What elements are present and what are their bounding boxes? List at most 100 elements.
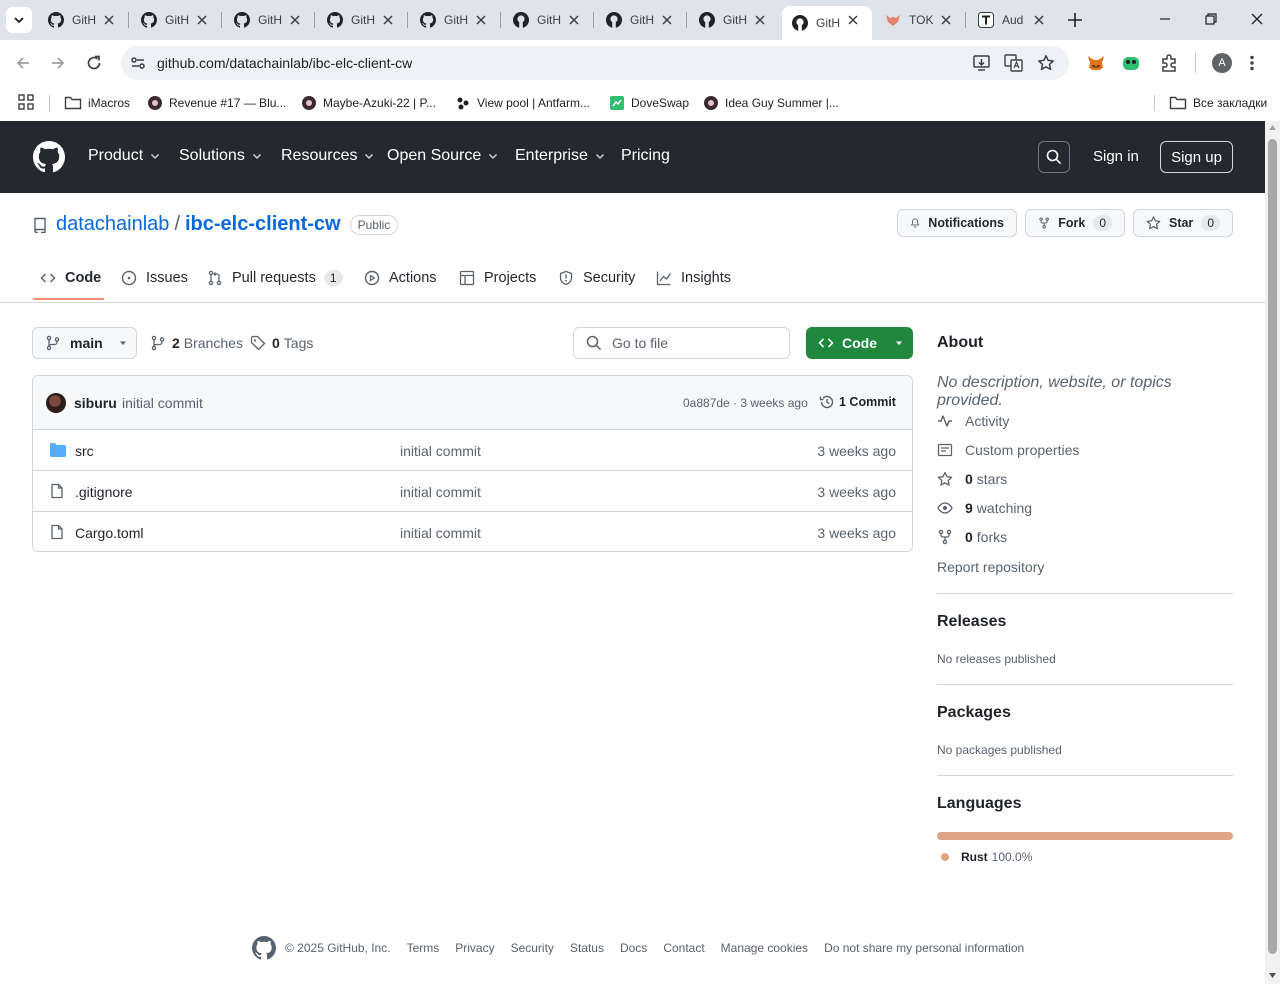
github-logo-icon[interactable]: [33, 141, 65, 173]
footer-link-do-not-share[interactable]: Do not share my personal information: [824, 941, 1024, 955]
releases-heading[interactable]: Releases: [937, 613, 1006, 631]
tags-link[interactable]: 0 Tags: [250, 335, 313, 351]
stars-link[interactable]: 0 stars: [937, 471, 1007, 487]
star-button[interactable]: Star 0: [1133, 209, 1233, 237]
apps-grid-icon[interactable]: [18, 94, 34, 110]
site-info-icon[interactable]: [129, 54, 147, 72]
repo-name-link[interactable]: ibc-elc-client-cw: [185, 213, 341, 236]
browser-tab[interactable]: GitH: [503, 6, 593, 34]
reload-icon[interactable]: [85, 54, 103, 72]
all-bookmarks[interactable]: Все закладки: [1169, 92, 1267, 114]
footer-link-manage-cookies[interactable]: Manage cookies: [721, 941, 808, 955]
browser-tab[interactable]: Aud: [968, 6, 1058, 34]
bookmark-item[interactable]: Maybe-Azuki-22 | P...: [301, 92, 436, 114]
github-logo-icon[interactable]: [252, 936, 276, 960]
file-row[interactable]: .gitignore initial commit 3 weeks ago: [33, 471, 912, 512]
translate-icon[interactable]: [1004, 54, 1024, 72]
footer-link-terms[interactable]: Terms: [407, 941, 440, 955]
sign-in-link[interactable]: Sign in: [1093, 148, 1139, 165]
report-repository-link[interactable]: Report repository: [937, 559, 1044, 575]
bookmark-item[interactable]: Idea Guy Summer |...: [703, 92, 839, 114]
footer-link-docs[interactable]: Docs: [620, 941, 647, 955]
browser-tab[interactable]: GitH: [131, 6, 221, 34]
scroll-up-arrow-icon[interactable]: [1268, 124, 1277, 132]
tab-projects[interactable]: Projects: [459, 270, 536, 286]
file-commit-message-link[interactable]: initial commit: [400, 443, 481, 459]
forward-icon[interactable]: [49, 54, 67, 72]
commit-author-link[interactable]: siburu: [74, 395, 117, 411]
bookmark-item[interactable]: Revenue #17 — Blu...: [147, 92, 286, 114]
bookmark-item[interactable]: iMacros: [64, 92, 130, 114]
file-row[interactable]: src initial commit 3 weeks ago: [33, 430, 912, 471]
watching-link[interactable]: 9 watching: [937, 500, 1032, 516]
tab-insights[interactable]: Insights: [656, 270, 731, 286]
close-icon[interactable]: [195, 13, 209, 27]
file-row[interactable]: Cargo.toml initial commit 3 weeks ago: [33, 512, 912, 551]
minimize-icon[interactable]: [1158, 12, 1172, 26]
file-name-link[interactable]: .gitignore: [75, 484, 133, 500]
close-icon[interactable]: [753, 13, 767, 27]
browser-tab[interactable]: GitH: [689, 6, 779, 34]
install-app-icon[interactable]: [972, 54, 992, 72]
browser-tab[interactable]: GitH: [410, 6, 500, 34]
close-icon[interactable]: [939, 13, 953, 27]
branch-selector[interactable]: main: [32, 327, 137, 359]
go-to-file-input[interactable]: Go to file: [573, 327, 790, 359]
frog-extension-icon[interactable]: [1122, 54, 1140, 72]
bookmark-item[interactable]: DoveSwap: [609, 92, 689, 114]
file-commit-message-link[interactable]: initial commit: [400, 525, 481, 541]
browser-tab[interactable]: GitH: [38, 6, 128, 34]
custom-properties-link[interactable]: Custom properties: [937, 442, 1079, 458]
nav-solutions[interactable]: Solutions: [179, 147, 263, 165]
footer-link-contact[interactable]: Contact: [663, 941, 704, 955]
browser-tab[interactable]: TOK: [875, 6, 965, 34]
repo-owner-link[interactable]: datachainlab: [56, 213, 169, 236]
close-icon[interactable]: [567, 13, 581, 27]
sign-up-button[interactable]: Sign up: [1160, 141, 1233, 173]
fork-button[interactable]: Fork 0: [1025, 209, 1125, 237]
close-icon[interactable]: [288, 13, 302, 27]
nav-enterprise[interactable]: Enterprise: [515, 147, 606, 165]
tab-security[interactable]: Security: [558, 270, 635, 286]
back-icon[interactable]: [14, 54, 32, 72]
plus-icon[interactable]: [1066, 11, 1084, 29]
star-bookmark-icon[interactable]: [1037, 54, 1055, 72]
browser-tab[interactable]: GitH: [596, 6, 686, 34]
browser-tab-active[interactable]: GitH: [782, 6, 872, 40]
nav-open-source[interactable]: Open Source: [387, 147, 499, 165]
page-scrollbar[interactable]: [1265, 121, 1280, 984]
language-item[interactable]: Rust 100.0%: [941, 850, 1032, 864]
metamask-icon[interactable]: [1087, 54, 1105, 72]
extensions-puzzle-icon[interactable]: [1160, 54, 1178, 72]
tab-issues[interactable]: Issues: [121, 270, 188, 286]
notifications-button[interactable]: Notifications: [897, 209, 1017, 237]
footer-link-status[interactable]: Status: [570, 941, 604, 955]
close-icon[interactable]: [474, 13, 488, 27]
nav-pricing[interactable]: Pricing: [621, 147, 670, 165]
file-name-link[interactable]: src: [75, 443, 94, 459]
restore-icon[interactable]: [1204, 12, 1218, 26]
address-bar[interactable]: github.com/datachainlab/ibc-elc-client-c…: [121, 46, 1069, 80]
nav-resources[interactable]: Resources: [281, 147, 375, 165]
close-icon[interactable]: [660, 13, 674, 27]
close-icon[interactable]: [381, 13, 395, 27]
avatar[interactable]: [46, 393, 66, 413]
close-icon[interactable]: [1032, 13, 1046, 27]
close-icon[interactable]: [846, 13, 860, 27]
tab-code[interactable]: Code: [40, 270, 101, 286]
window-close-icon[interactable]: [1250, 12, 1264, 26]
file-name-link[interactable]: Cargo.toml: [75, 525, 143, 541]
scroll-down-arrow-icon[interactable]: [1268, 971, 1277, 979]
bookmark-item[interactable]: View pool | Antfarm...: [455, 92, 590, 114]
nav-product[interactable]: Product: [88, 147, 161, 165]
tab-pull-requests[interactable]: Pull requests 1: [207, 270, 343, 286]
scrollbar-thumb[interactable]: [1268, 139, 1277, 954]
profile-avatar[interactable]: A: [1212, 53, 1232, 73]
branches-link[interactable]: 2 Branches: [150, 335, 243, 351]
commits-history-link[interactable]: 1 Commit: [819, 394, 896, 410]
commit-sha-link[interactable]: 0a887de · 3 weeks ago: [683, 396, 808, 410]
tab-actions[interactable]: Actions: [364, 270, 437, 286]
footer-link-security[interactable]: Security: [511, 941, 554, 955]
activity-link[interactable]: Activity: [937, 413, 1009, 429]
footer-link-privacy[interactable]: Privacy: [455, 941, 494, 955]
